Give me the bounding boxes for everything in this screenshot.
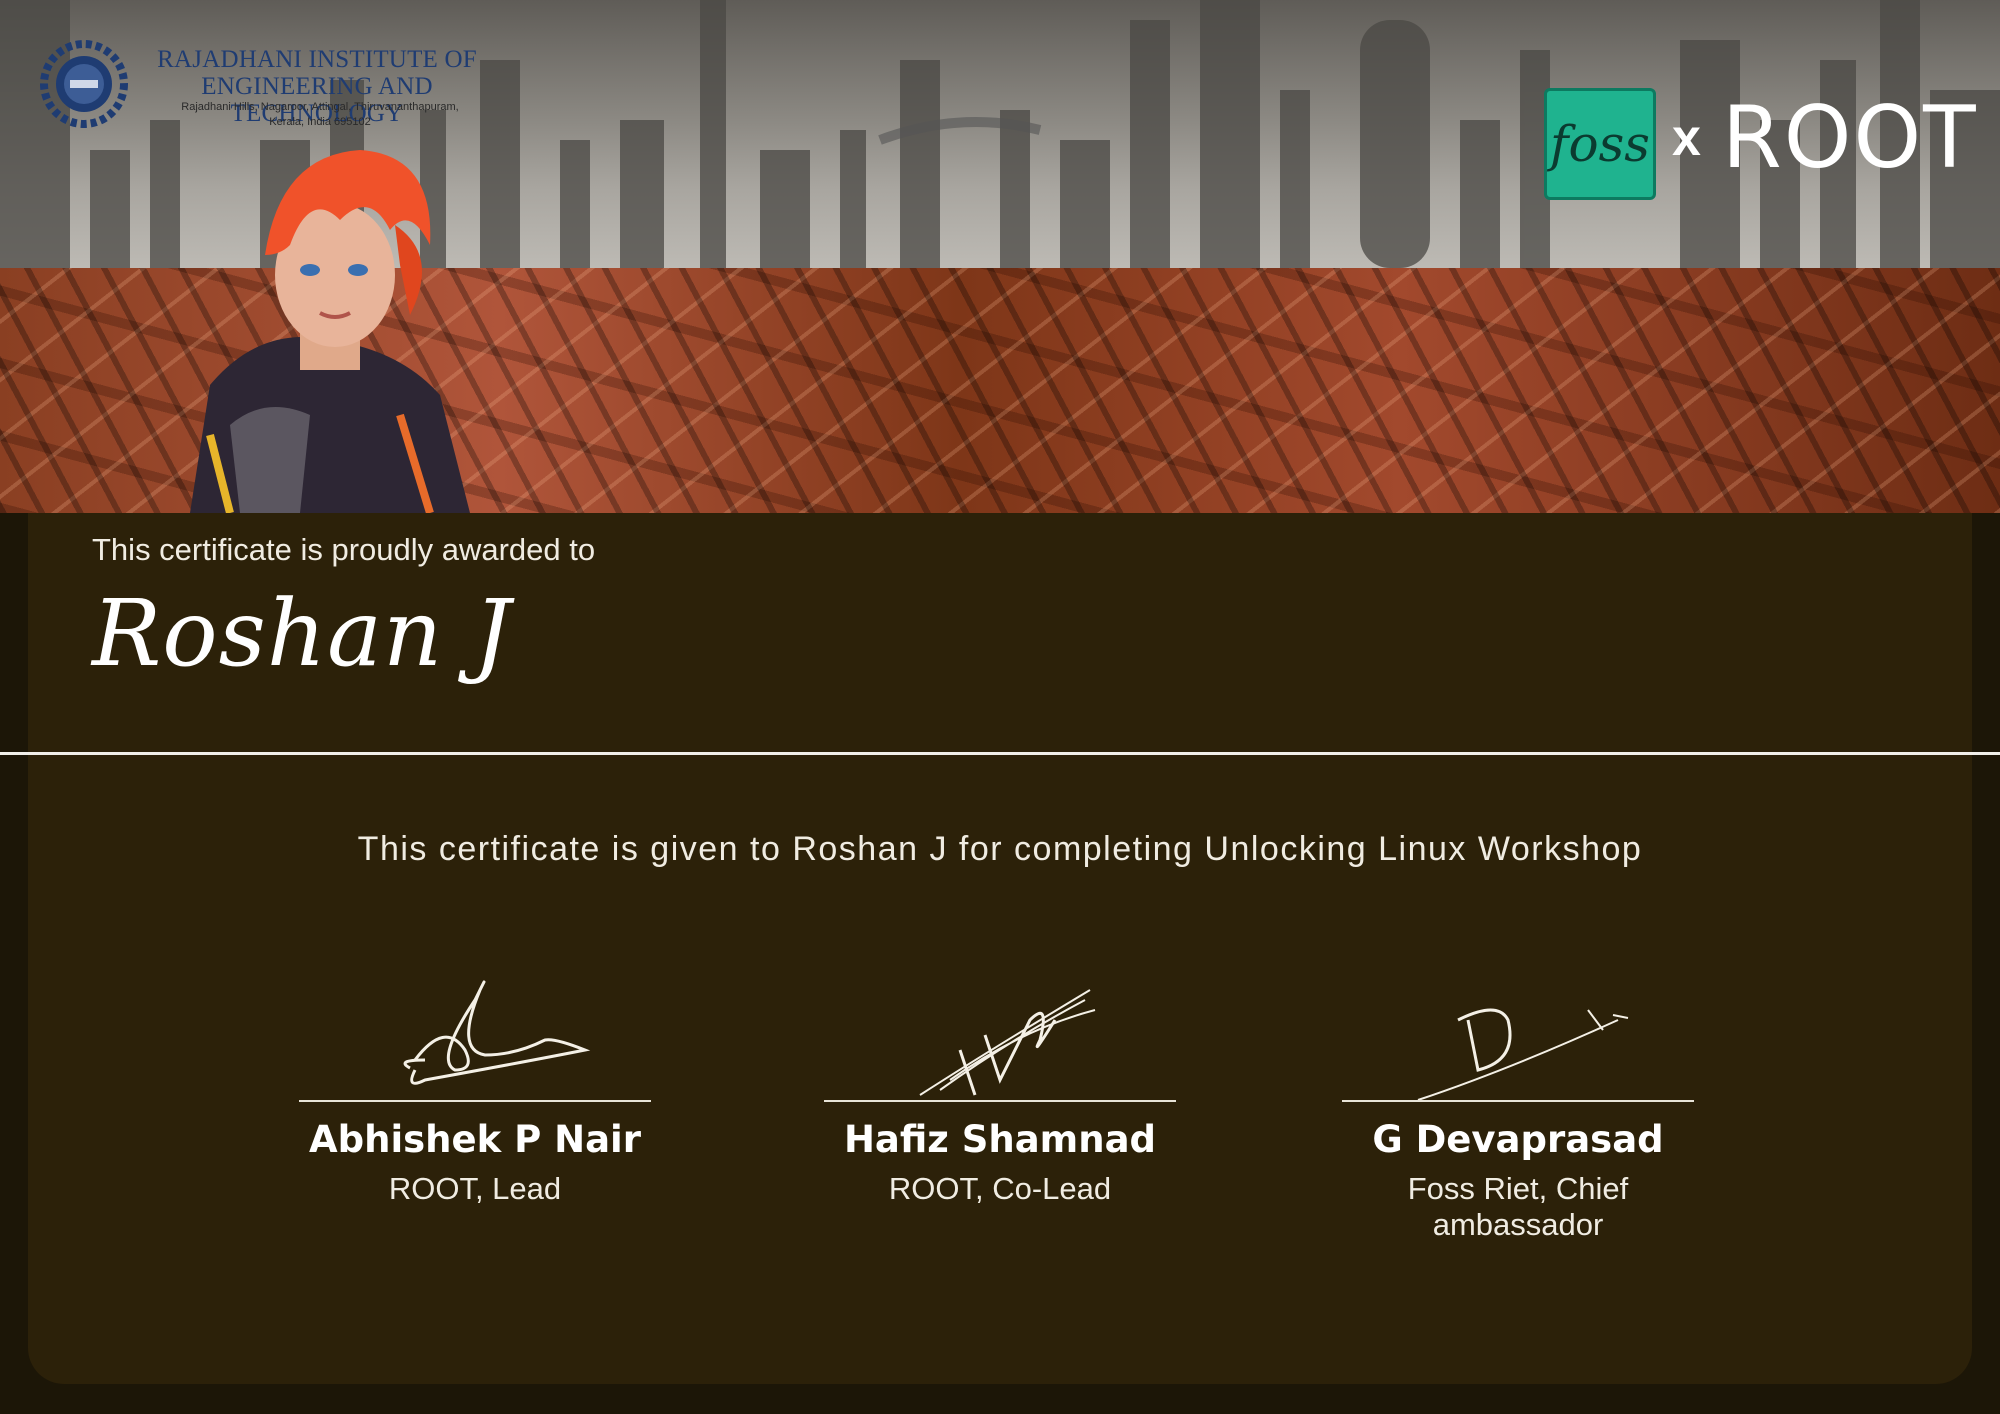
signatory-name: Abhishek P Nair [309, 1118, 641, 1161]
signatory-name: Hafiz Shamnad [843, 1118, 1157, 1161]
character-illustration [190, 150, 470, 513]
signatory-abhishek: Abhishek P Nair ROOT, Lead [295, 960, 655, 1207]
divider-line [0, 752, 2000, 755]
institution-address-line2: Kerala, India 695102 [269, 116, 371, 128]
foss-logo: foss [1544, 88, 1656, 200]
signatory-role: ROOT, Lead [388, 1171, 562, 1206]
institution-address: Rajadhani Hills, Nagaroor, Attingal, Thi… [150, 100, 490, 130]
institution-address-line1: Rajadhani Hills, Nagaroor, Attingal, Thi… [181, 101, 459, 113]
signature-line [299, 1100, 651, 1102]
awarded-label: This certificate is proudly awarded to [92, 532, 596, 567]
partnership-separator: x [1672, 109, 1701, 167]
signatory-hafiz: Hafiz Shamnad ROOT, Co-Lead [820, 960, 1180, 1207]
signature-line [824, 1100, 1176, 1102]
signatory-role: ROOT, Co-Lead [888, 1171, 1112, 1206]
signature-line [1342, 1100, 1694, 1102]
signature-hafiz-icon [919, 989, 1096, 1096]
signature-abhishek-icon [403, 980, 591, 1085]
certificate-statement: This certificate is given to Roshan J fo… [357, 830, 1643, 868]
signature-devaprasad-icon [1417, 1008, 1629, 1100]
signatory-role: Foss Riet, Chief ambassador [1407, 1171, 1629, 1242]
signatory-name: G Devaprasad [1372, 1118, 1664, 1161]
signatory-devaprasad: G Devaprasad Foss Riet, Chief ambassador [1338, 960, 1698, 1243]
recipient-name: Roshan J [92, 580, 512, 687]
root-logo: ROOT [1722, 88, 1978, 188]
institution-name-line1: RAJADHANI INSTITUTE OF [157, 46, 477, 73]
institution-emblem-icon [40, 40, 128, 128]
